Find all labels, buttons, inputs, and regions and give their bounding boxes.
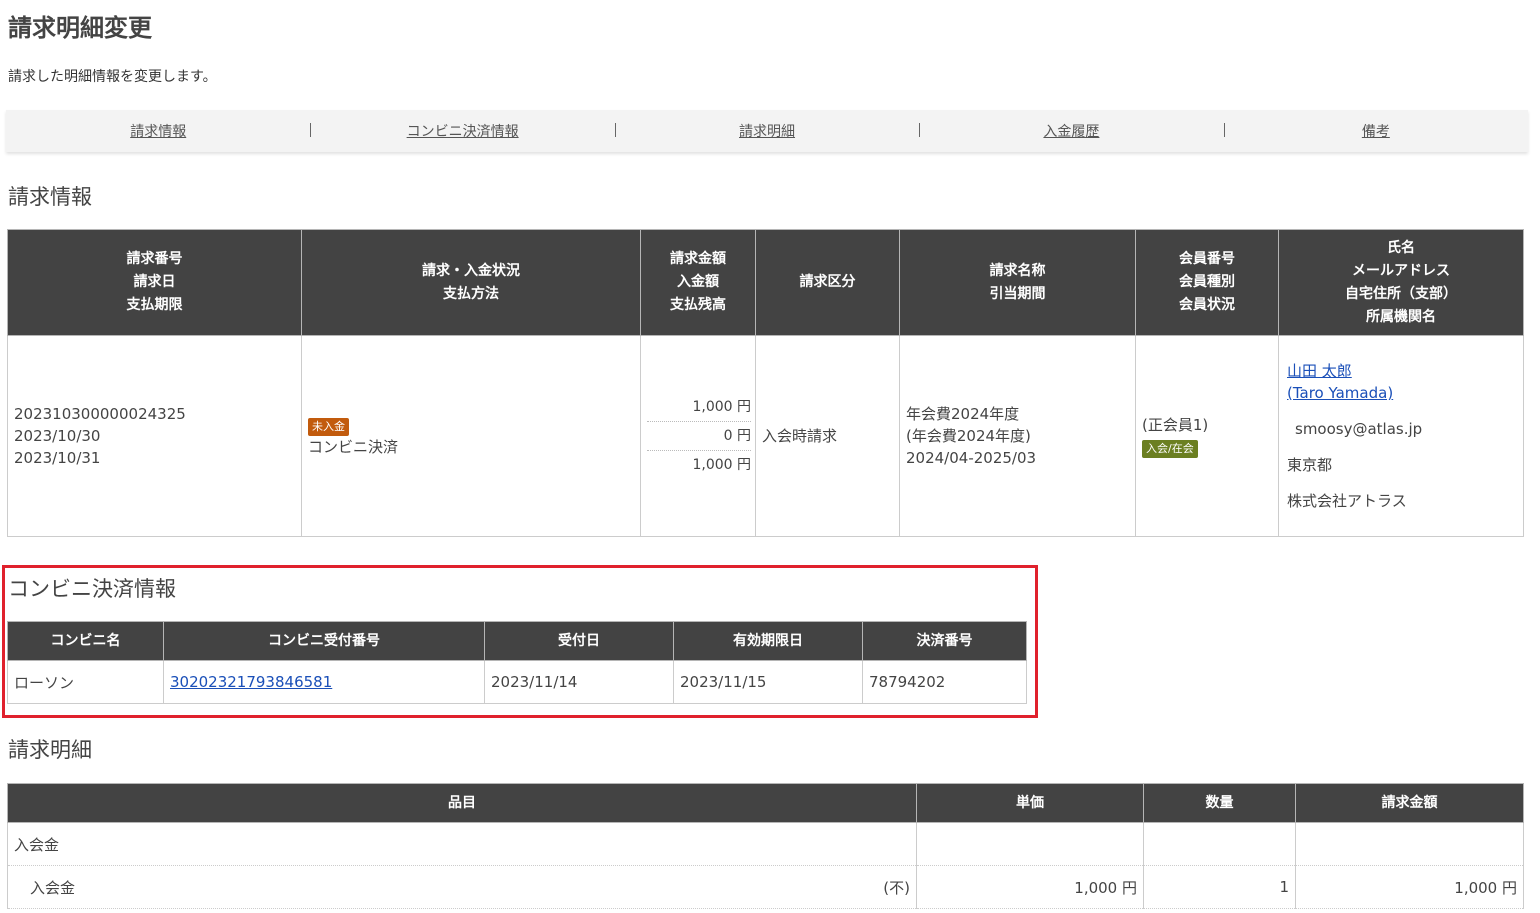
member-organization: 株式会社アトラス (1287, 492, 1407, 510)
header-payment-number: 決済番号 (862, 621, 1027, 661)
qty (1143, 822, 1296, 866)
page-description: 請求した明細情報を変更します。 (8, 69, 217, 85)
detail-header-row: 品目 単価 数量 請求金額 (7, 783, 1524, 823)
status-cell: 未入金 コンビニ決済 (301, 335, 641, 537)
member-name-link[interactable]: 山田 太郎 (1287, 362, 1352, 380)
amount-cell: 1,000 円 0 円 1,000 円 (640, 335, 756, 537)
receipt-date: 2023/11/14 (484, 660, 674, 704)
payment-method: コンビニ決済 (308, 438, 399, 456)
name-cell: 山田 太郎 (Taro Yamada) smoosy@atlas.jp 東京都 … (1278, 335, 1524, 537)
billing-detail-title: 請求明細 (8, 738, 92, 762)
billing-info-header-row: 請求番号 請求日 支払期限 請求・入金状況 支払方法 請求金額 入金額 支払残高 請求区分… (7, 229, 1524, 336)
tab-payment-history[interactable]: 入金履歴 (919, 121, 1223, 141)
billing-type: 入会時請求 (755, 335, 900, 537)
table-row: 入会金 (不) 1,000 円 1 1,000 円 (7, 865, 1524, 909)
header-receipt-date: 受付日 (484, 621, 674, 661)
due-date: 2023/10/31 (14, 449, 101, 467)
amount-billed: 1,000 円 (647, 393, 751, 422)
page-title: 請求明細変更 (8, 14, 152, 42)
tab-remarks[interactable]: 備考 (1223, 121, 1528, 141)
balance: 1,000 円 (692, 457, 751, 473)
expiry-date: 2023/11/15 (673, 660, 863, 704)
header-amount-billed: 請求金額 (1295, 783, 1524, 823)
invoice-number: 202310300000024325 (14, 405, 186, 423)
header-invoice-number: 請求番号 請求日 支払期限 (7, 229, 302, 336)
billing-name-sub: (年会費2024年度) (906, 427, 1031, 445)
header-item: 品目 (7, 783, 917, 823)
header-name: 氏名 メールアドレス 自宅住所（支部） 所属機関名 (1278, 229, 1524, 336)
amount-paid: 0 円 (647, 422, 751, 451)
konbini-info-title: コンビニ決済情報 (8, 577, 176, 601)
tab-konbini-info-label[interactable]: コンビニ決済情報 (407, 124, 519, 140)
member-type: (正会員1) (1142, 416, 1209, 434)
member-cell: (正会員1) 入会/在会 (1135, 335, 1279, 537)
invoice-number-cell: 202310300000024325 2023/10/30 2023/10/31 (7, 335, 302, 537)
status-badge: 未入金 (308, 418, 349, 436)
qty: 1 (1143, 865, 1296, 909)
tax-class: (不) (883, 878, 910, 897)
tab-konbini-info[interactable]: コンビニ決済情報 (310, 121, 614, 141)
period: 2024/04-2025/03 (906, 449, 1037, 467)
header-qty: 数量 (1143, 783, 1296, 823)
receipt-number-cell: 30202321793846581 (163, 660, 485, 704)
invoice-date: 2023/10/30 (14, 427, 101, 445)
billing-name-cell: 年会費2024年度 (年会費2024年度) 2024/04-2025/03 (899, 335, 1136, 537)
header-member: 会員番号 会員種別 会員状況 (1135, 229, 1279, 336)
header-unit-price: 単価 (916, 783, 1144, 823)
item-category: 入会金 (7, 822, 917, 866)
payment-number: 78794202 (862, 660, 1027, 704)
receipt-number-link[interactable]: 30202321793846581 (170, 673, 332, 691)
item-cell: 入会金 (不) (7, 865, 917, 909)
tab-billing-info-label[interactable]: 請求情報 (130, 124, 186, 140)
table-row: 入会金 (7, 822, 1524, 866)
unit-price (916, 822, 1144, 866)
item-name: 入会金 (30, 878, 76, 897)
anchor-tab-nav: 請求情報 コンビニ決済情報 請求明細 入金履歴 備考 (6, 110, 1528, 152)
member-name-en-link[interactable]: (Taro Yamada) (1287, 384, 1393, 402)
billing-detail-table: 品目 単価 数量 請求金額 入会金 入会金 (不) 1,000 円 1 1,00… (7, 783, 1524, 909)
header-billing-type: 請求区分 (755, 229, 900, 336)
unit-price: 1,000 円 (916, 865, 1144, 909)
billing-name: 年会費2024年度 (906, 405, 1020, 423)
header-billing-name: 請求名称 引当期間 (899, 229, 1136, 336)
konbini-header-row: コンビニ名 コンビニ受付番号 受付日 有効期限日 決済番号 (7, 621, 1027, 661)
amount: 1,000 円 (1295, 865, 1524, 909)
tab-payment-history-label[interactable]: 入金履歴 (1043, 124, 1099, 140)
header-receipt-number: コンビニ受付番号 (163, 621, 485, 661)
header-amount: 請求金額 入金額 支払残高 (640, 229, 756, 336)
tab-billing-detail[interactable]: 請求明細 (614, 121, 919, 141)
amount (1295, 822, 1524, 866)
tab-billing-detail-label[interactable]: 請求明細 (739, 124, 795, 140)
header-status: 請求・入金状況 支払方法 (301, 229, 641, 336)
member-email: smoosy@atlas.jp (1295, 420, 1423, 438)
store-name: ローソン (7, 660, 164, 704)
tab-billing-info[interactable]: 請求情報 (6, 121, 310, 141)
billing-info-title: 請求情報 (8, 185, 92, 209)
billing-info-table: 請求番号 請求日 支払期限 請求・入金状況 支払方法 請求金額 入金額 支払残高 請求区分… (7, 229, 1524, 537)
header-expiry-date: 有効期限日 (673, 621, 863, 661)
member-address: 東京都 (1287, 456, 1333, 474)
table-row: 202310300000024325 2023/10/30 2023/10/31… (7, 335, 1524, 537)
table-row: ローソン 30202321793846581 2023/11/14 2023/1… (7, 660, 1027, 704)
member-status-badge: 入会/在会 (1142, 440, 1198, 458)
konbini-info-table: コンビニ名 コンビニ受付番号 受付日 有効期限日 決済番号 ローソン 30202… (7, 621, 1027, 704)
header-store: コンビニ名 (7, 621, 164, 661)
tab-remarks-label[interactable]: 備考 (1362, 124, 1390, 140)
